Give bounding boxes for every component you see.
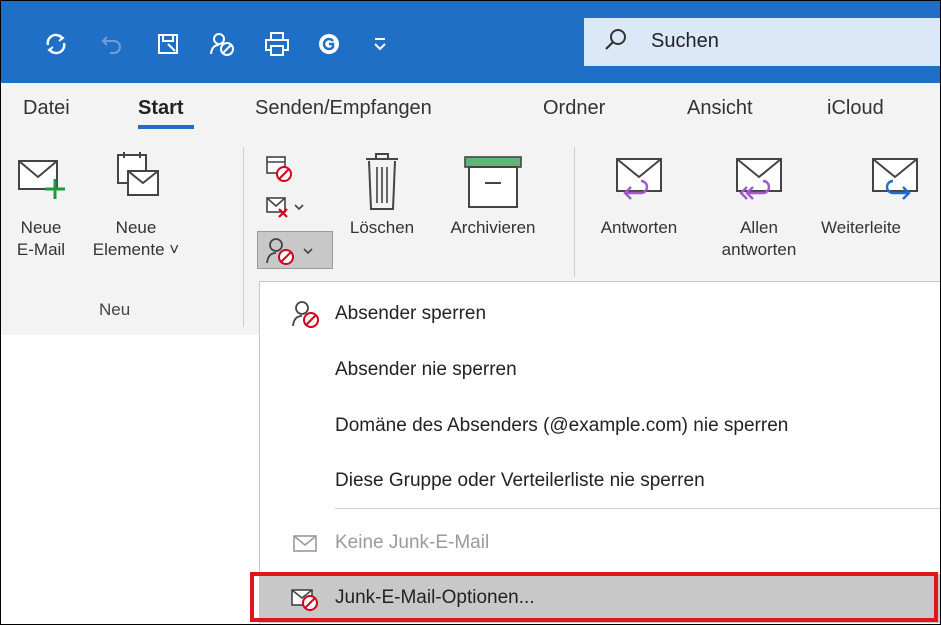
junk-dropdown-button[interactable] [257,231,333,269]
forward-button[interactable]: Weiterleite [819,149,940,239]
menu-item-label: Absender nie sperren [335,359,517,380]
ribbon-tabs: Datei Start Senden/Empfangen Ordner Ansi… [1,83,940,135]
reply-all-label-1: Allen [740,218,778,237]
junk-icon [266,238,313,265]
new-email-icon [18,160,65,199]
block-sender-icon [292,301,319,328]
menu-item-never-block-group[interactable]: Diese Gruppe oder Verteilerliste nie spe… [260,452,940,510]
reply-label: Antworten [600,218,678,237]
highlight-box [250,572,938,622]
tab-start[interactable]: Start [138,97,184,120]
new-items-button[interactable]: Neue Elemente ˅ [81,149,191,261]
search-box[interactable]: Suchen [584,18,940,66]
forward-icon [872,158,918,200]
trash-icon [366,153,398,210]
undo-icon[interactable] [95,27,129,61]
print-icon[interactable] [260,27,294,61]
grammarly-icon[interactable] [312,27,346,61]
menu-item-label: Domäne des Absenders (@example.com) nie … [335,415,789,436]
new-items-label-2: Elemente ˅ [92,240,180,259]
outlook-window: Suchen Datei Start Senden/Empfangen Ordn… [0,0,941,625]
cleanup-icon[interactable] [263,195,309,223]
archive-icon [464,156,522,208]
tab-ansicht[interactable]: Ansicht [687,97,753,120]
tab-senden-empfangen[interactable]: Senden/Empfangen [255,97,432,120]
menu-item-never-block-sender[interactable]: Absender nie sperren [260,341,940,399]
tab-datei[interactable]: Datei [23,97,70,120]
reply-all-label-2: antworten [721,240,797,259]
sync-icon[interactable] [39,27,73,61]
menu-item-block-sender[interactable]: Absender sperren [260,285,940,343]
new-email-button[interactable]: Neue E-Mail [3,149,79,261]
menu-item-label: Keine Junk-E-Mail [335,532,490,553]
ignore-icon[interactable] [263,153,295,185]
reply-button[interactable]: Antworten [589,149,689,239]
archive-button[interactable]: Archivieren [429,149,557,239]
archive-label: Archivieren [450,218,536,237]
reply-all-icon [736,158,782,200]
menu-item-label: Absender sperren [335,303,487,324]
search-label: Suchen [651,30,719,52]
delete-label: Löschen [349,218,415,237]
tab-ordner[interactable]: Ordner [543,97,605,120]
new-email-label-2: E-Mail [16,240,66,259]
menu-separator [335,508,940,509]
customize-toolbar-icon[interactable] [363,27,397,61]
forward-label: Weiterleite [821,218,901,237]
new-email-label-1: Neue [20,218,62,237]
group-label-new: Neu [99,300,131,319]
save-icon[interactable] [151,27,185,61]
envelope-icon [293,535,317,552]
ribbon-separator [243,147,244,327]
tab-icloud[interactable]: iCloud [827,97,884,120]
reply-icon [616,158,662,200]
delete-button[interactable]: Löschen [337,149,427,239]
menu-item-never-block-domain[interactable]: Domäne des Absenders (@example.com) nie … [260,397,940,455]
menu-item-label: Diese Gruppe oder Verteilerliste nie spe… [335,470,705,491]
reply-all-button[interactable]: Allen antworten [701,149,817,261]
block-sender-icon[interactable] [205,27,239,61]
new-items-label-1: Neue [115,218,157,237]
folder-pane [1,335,259,624]
ribbon-separator-2 [574,147,575,277]
search-icon [605,29,626,50]
menu-item-not-junk: Keine Junk-E-Mail [260,514,940,572]
active-tab-indicator [138,125,194,129]
title-bar: Suchen [1,1,940,83]
new-items-icon [117,152,159,196]
